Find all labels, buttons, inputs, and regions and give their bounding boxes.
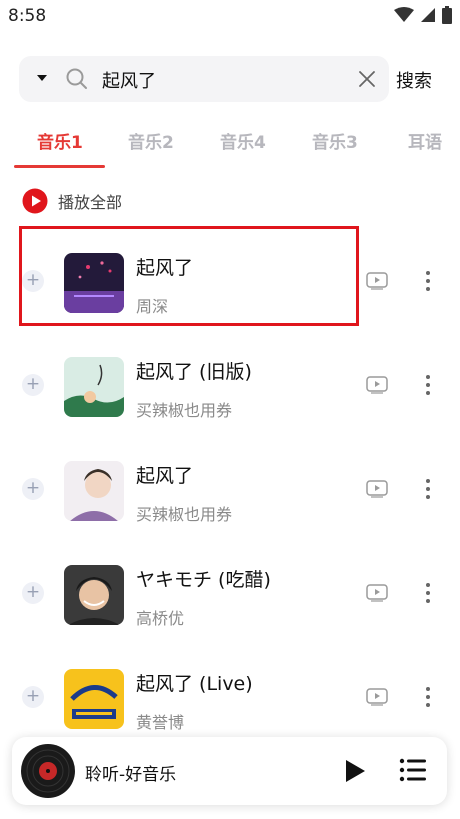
add-to-playlist-button[interactable]: + <box>22 582 44 604</box>
song-row[interactable]: + 起风了 (Live) 黄誉博 <box>0 645 460 749</box>
tab-bar: 音乐1 音乐2 音乐4 音乐3 耳语 <box>0 118 460 170</box>
song-artist: 黄誉博 <box>136 713 185 732</box>
add-to-playlist-button[interactable]: + <box>22 478 44 500</box>
video-icon[interactable] <box>366 584 388 602</box>
song-row[interactable]: + 起风了 买辣椒也用券 <box>0 437 460 541</box>
more-options-icon[interactable] <box>418 269 438 293</box>
mini-player[interactable]: 聆听-好音乐 <box>12 737 447 805</box>
dropdown-arrow-icon[interactable] <box>35 71 49 85</box>
add-to-playlist-button[interactable]: + <box>22 374 44 396</box>
tab-music3[interactable]: 音乐3 <box>312 128 358 153</box>
video-icon[interactable] <box>366 376 388 394</box>
vinyl-disc-icon[interactable] <box>20 743 76 799</box>
album-cover <box>64 357 124 417</box>
tab-whisper[interactable]: 耳语 <box>408 128 442 153</box>
video-icon[interactable] <box>366 272 388 290</box>
player-title: 聆听-好音乐 <box>85 765 177 785</box>
song-artist: 高桥优 <box>136 609 185 628</box>
status-icons <box>394 6 452 24</box>
more-options-icon[interactable] <box>418 477 438 501</box>
play-all-label: 播放全部 <box>58 193 123 212</box>
album-cover <box>64 461 124 521</box>
song-artist: 买辣椒也用券 <box>136 401 233 420</box>
song-title: 起风了 (Live) <box>136 673 253 695</box>
search-icon <box>66 68 87 89</box>
add-to-playlist-button[interactable]: + <box>22 686 44 708</box>
song-title: ヤキモチ (吃醋) <box>136 569 271 591</box>
song-artist: 买辣椒也用券 <box>136 505 233 524</box>
status-time: 8:58 <box>8 6 47 26</box>
video-icon[interactable] <box>366 688 388 706</box>
album-cover <box>64 669 124 729</box>
status-bar: 8:58 <box>0 0 460 34</box>
active-tab-indicator <box>14 165 105 168</box>
album-cover <box>64 565 124 625</box>
more-options-icon[interactable] <box>418 581 438 605</box>
play-all-button[interactable]: 播放全部 <box>22 187 122 215</box>
play-circle-icon <box>22 188 48 214</box>
more-options-icon[interactable] <box>418 373 438 397</box>
search-box[interactable]: 起风了 <box>19 56 389 102</box>
battery-icon <box>442 6 452 24</box>
clear-icon[interactable] <box>357 69 377 89</box>
song-row[interactable]: + 起风了 (旧版) 买辣椒也用券 <box>0 333 460 437</box>
song-title: 起风了 (旧版) <box>136 361 252 383</box>
search-input[interactable]: 起风了 <box>102 67 156 93</box>
signal-icon <box>421 8 435 22</box>
search-row: 起风了 搜索 <box>19 56 439 102</box>
tab-music4[interactable]: 音乐4 <box>220 128 266 153</box>
tab-music1[interactable]: 音乐1 <box>37 128 83 153</box>
playlist-icon[interactable] <box>399 757 427 783</box>
play-icon[interactable] <box>342 758 368 784</box>
song-row[interactable]: + ヤキモチ (吃醋) 高桥优 <box>0 541 460 645</box>
song-title: 起风了 <box>136 465 194 487</box>
search-button[interactable]: 搜索 <box>396 67 432 93</box>
selected-song-highlight <box>19 226 359 326</box>
wifi-icon <box>394 7 414 22</box>
more-options-icon[interactable] <box>418 685 438 709</box>
video-icon[interactable] <box>366 480 388 498</box>
tab-music2[interactable]: 音乐2 <box>128 128 174 153</box>
